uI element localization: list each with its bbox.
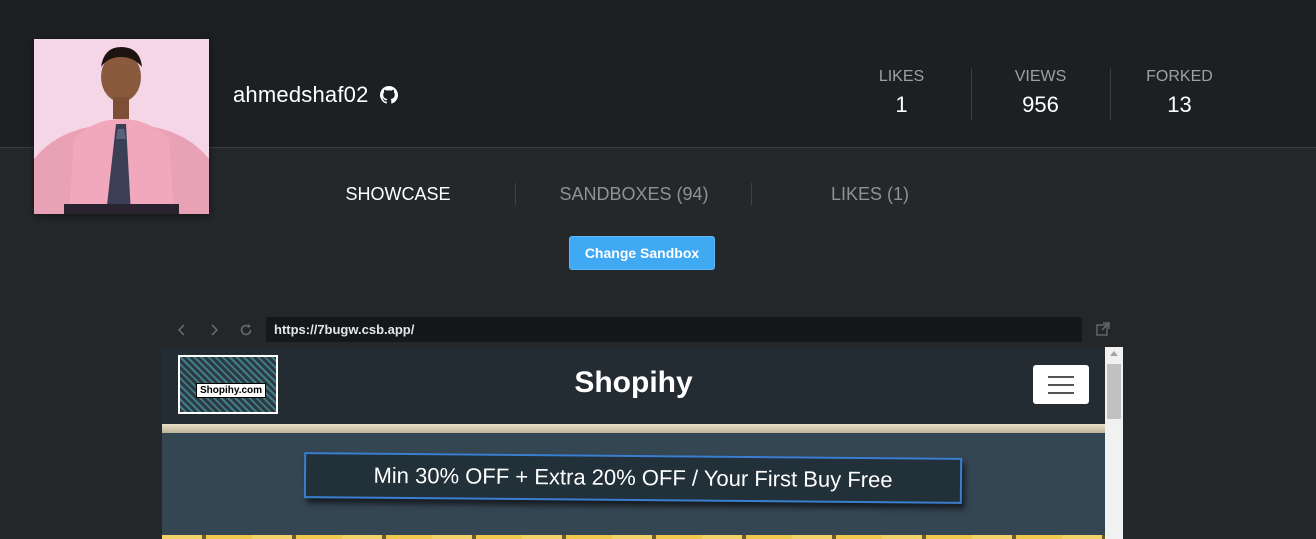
promo-banner: Min 30% OFF + Extra 20% OFF / Your First… [303, 452, 963, 504]
chevron-left-icon[interactable] [172, 320, 192, 340]
tab-likes[interactable]: LIKES (1) [751, 182, 988, 206]
open-external-icon[interactable] [1095, 321, 1111, 337]
stat-label: FORKED [1146, 68, 1213, 85]
tab-showcase[interactable]: SHOWCASE [280, 182, 516, 206]
stat-forked: FORKED 13 [1110, 68, 1249, 120]
github-icon[interactable] [379, 86, 398, 104]
decorative-stripe [162, 535, 1105, 539]
site-navbar: Shopihy.com Shopihy [162, 347, 1105, 424]
stat-value: 13 [1167, 92, 1192, 117]
profile-tabs: SHOWCASE SANDBOXES (94) LIKES (1) [280, 182, 988, 206]
site-title: Shopihy [574, 366, 693, 399]
chevron-right-icon[interactable] [204, 320, 224, 340]
browser-toolbar: https://7bugw.csb.app/ [162, 312, 1123, 347]
stat-value: 956 [1022, 92, 1059, 117]
tab-sandboxes[interactable]: SANDBOXES (94) [515, 182, 752, 206]
hamburger-menu-icon[interactable] [1033, 365, 1089, 404]
sandbox-viewport: Shopihy.com Shopihy Min 30% OFF + Extra … [162, 347, 1123, 539]
avatar [34, 39, 209, 214]
scroll-thumb[interactable] [1107, 364, 1121, 419]
promo-section: Min 30% OFF + Extra 20% OFF / Your First… [162, 433, 1105, 535]
url-bar[interactable]: https://7bugw.csb.app/ [266, 317, 1082, 342]
stats: LIKES 1 VIEWS 956 FORKED 13 [832, 68, 1249, 120]
reload-icon[interactable] [236, 320, 256, 340]
stat-likes: LIKES 1 [832, 68, 971, 120]
sandbox-preview: https://7bugw.csb.app/ Shopihy.com Shopi… [162, 312, 1123, 539]
scrollbar[interactable] [1105, 347, 1123, 539]
username-row: ahmedshaf02 [233, 82, 398, 108]
navbar-divider [162, 424, 1105, 433]
change-sandbox-button[interactable]: Change Sandbox [569, 236, 715, 270]
stat-value: 1 [895, 92, 908, 117]
stat-label: VIEWS [1014, 68, 1067, 85]
user-avatar-photo [34, 39, 209, 214]
username[interactable]: ahmedshaf02 [233, 82, 369, 108]
stat-views: VIEWS 956 [971, 68, 1110, 120]
scroll-up-arrow-icon[interactable] [1110, 351, 1118, 356]
stat-label: LIKES [878, 68, 925, 85]
